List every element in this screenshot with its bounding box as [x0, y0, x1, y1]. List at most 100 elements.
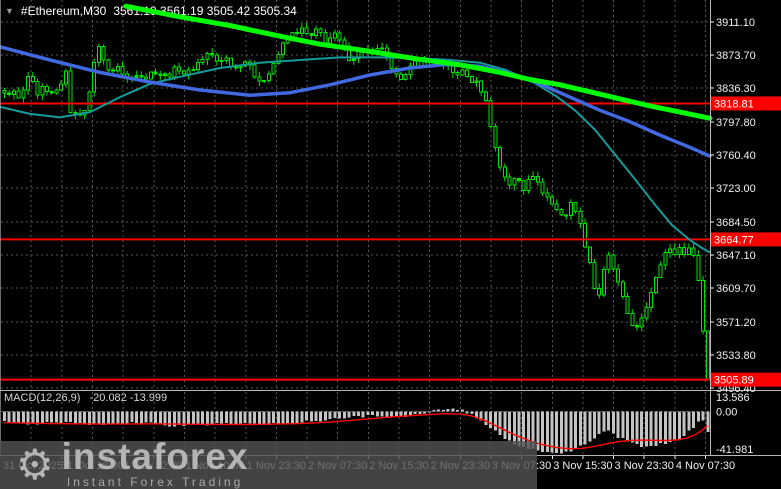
- candle: [11, 88, 16, 100]
- candle: [488, 96, 493, 129]
- macd-bar: [611, 411, 615, 434]
- candle-body: [266, 73, 271, 81]
- candle: [318, 27, 323, 37]
- candle-body: [583, 222, 588, 248]
- candle-body: [389, 57, 394, 69]
- chart-canvas[interactable]: 3911.10 3873.70 3836.30 3797.80 3760.40 3723.…: [0, 0, 781, 489]
- macd-bar: [541, 411, 545, 453]
- macd-bar: [427, 411, 431, 413]
- price-tick-label: 3836.30: [716, 83, 756, 95]
- candle-body: [158, 73, 163, 76]
- candle-body: [144, 76, 149, 80]
- candle: [535, 171, 540, 187]
- macd-bar: [451, 408, 455, 412]
- candle-body: [450, 65, 455, 73]
- macd-bar: [111, 411, 115, 424]
- candle-body: [101, 45, 106, 61]
- price-level-badge: 3664.77: [711, 232, 781, 247]
- candle: [181, 69, 186, 76]
- candle-body: [658, 264, 663, 279]
- candle-body: [625, 296, 630, 314]
- candle-body: [210, 52, 215, 56]
- candle: [649, 287, 654, 313]
- macd-bar: [12, 411, 16, 424]
- candle: [337, 30, 342, 44]
- candle: [507, 173, 512, 190]
- candle-body: [639, 317, 644, 328]
- candle-body: [11, 90, 16, 95]
- candle: [380, 42, 385, 51]
- candle-body: [16, 90, 21, 99]
- candle-body: [177, 66, 182, 72]
- candle-body: [328, 37, 333, 45]
- candle: [219, 56, 224, 67]
- candle-body: [7, 92, 12, 95]
- macd-bar: [97, 411, 101, 424]
- candle-body: [535, 176, 540, 183]
- candle-body: [554, 203, 559, 211]
- instaforex-tagline: Instant Forex Trading: [66, 474, 244, 489]
- macd-bar: [352, 411, 356, 416]
- candle-body: [87, 91, 92, 111]
- candle: [214, 52, 219, 66]
- candle-body: [653, 277, 658, 293]
- price-tick-label: 3684.50: [716, 217, 756, 229]
- time-tick-label: 3 Nov 23:30: [615, 460, 674, 472]
- macd-axis-label: 13.586: [716, 392, 750, 404]
- macd-bar: [196, 411, 200, 424]
- macd-axis-label: -41.981: [716, 444, 753, 456]
- candle-body: [224, 57, 229, 61]
- macd-bar: [687, 411, 691, 431]
- candle: [266, 70, 271, 83]
- macd-bar: [441, 409, 445, 412]
- candle: [96, 43, 101, 67]
- macd-bar: [17, 411, 21, 424]
- macd-bar: [465, 411, 469, 414]
- candle-body: [705, 330, 710, 381]
- candle: [502, 163, 507, 182]
- macd-bar: [512, 411, 516, 445]
- macd-bar: [45, 411, 49, 423]
- candle-body: [634, 324, 639, 328]
- macd-bar: [380, 411, 384, 417]
- candle-body: [578, 211, 583, 224]
- candle: [408, 62, 413, 80]
- candle: [540, 178, 545, 196]
- candle-body: [115, 66, 120, 72]
- macd-bar: [432, 410, 436, 412]
- macd-bar: [484, 411, 488, 425]
- candle: [568, 199, 573, 221]
- macd-bar: [125, 411, 129, 425]
- macd-bar: [621, 411, 625, 439]
- macd-bar: [154, 411, 158, 425]
- candle: [564, 213, 569, 220]
- candle: [516, 177, 521, 183]
- price-tick-label: 3647.10: [716, 250, 756, 262]
- candle: [191, 66, 196, 72]
- macd-bar: [489, 411, 493, 428]
- candle: [299, 23, 304, 38]
- candle-body: [502, 166, 507, 178]
- candle-body: [59, 83, 64, 91]
- candle-body: [44, 86, 49, 92]
- candle: [616, 264, 621, 287]
- candle: [309, 33, 314, 40]
- candle: [701, 275, 706, 335]
- macd-bar: [224, 411, 228, 423]
- candle-body: [134, 75, 139, 79]
- candle-body: [701, 280, 706, 332]
- candle-body: [332, 32, 337, 39]
- candle: [620, 279, 625, 300]
- candle-body: [205, 52, 210, 61]
- candle-body: [601, 269, 606, 296]
- candle: [280, 41, 285, 59]
- candle: [262, 79, 267, 84]
- macd-bar: [106, 411, 110, 424]
- candle-body: [252, 64, 257, 78]
- macd-bar: [309, 411, 313, 422]
- candle: [21, 86, 26, 103]
- candle: [40, 82, 45, 101]
- candle: [483, 89, 488, 103]
- candle-body: [413, 60, 418, 67]
- candle-body: [696, 255, 701, 282]
